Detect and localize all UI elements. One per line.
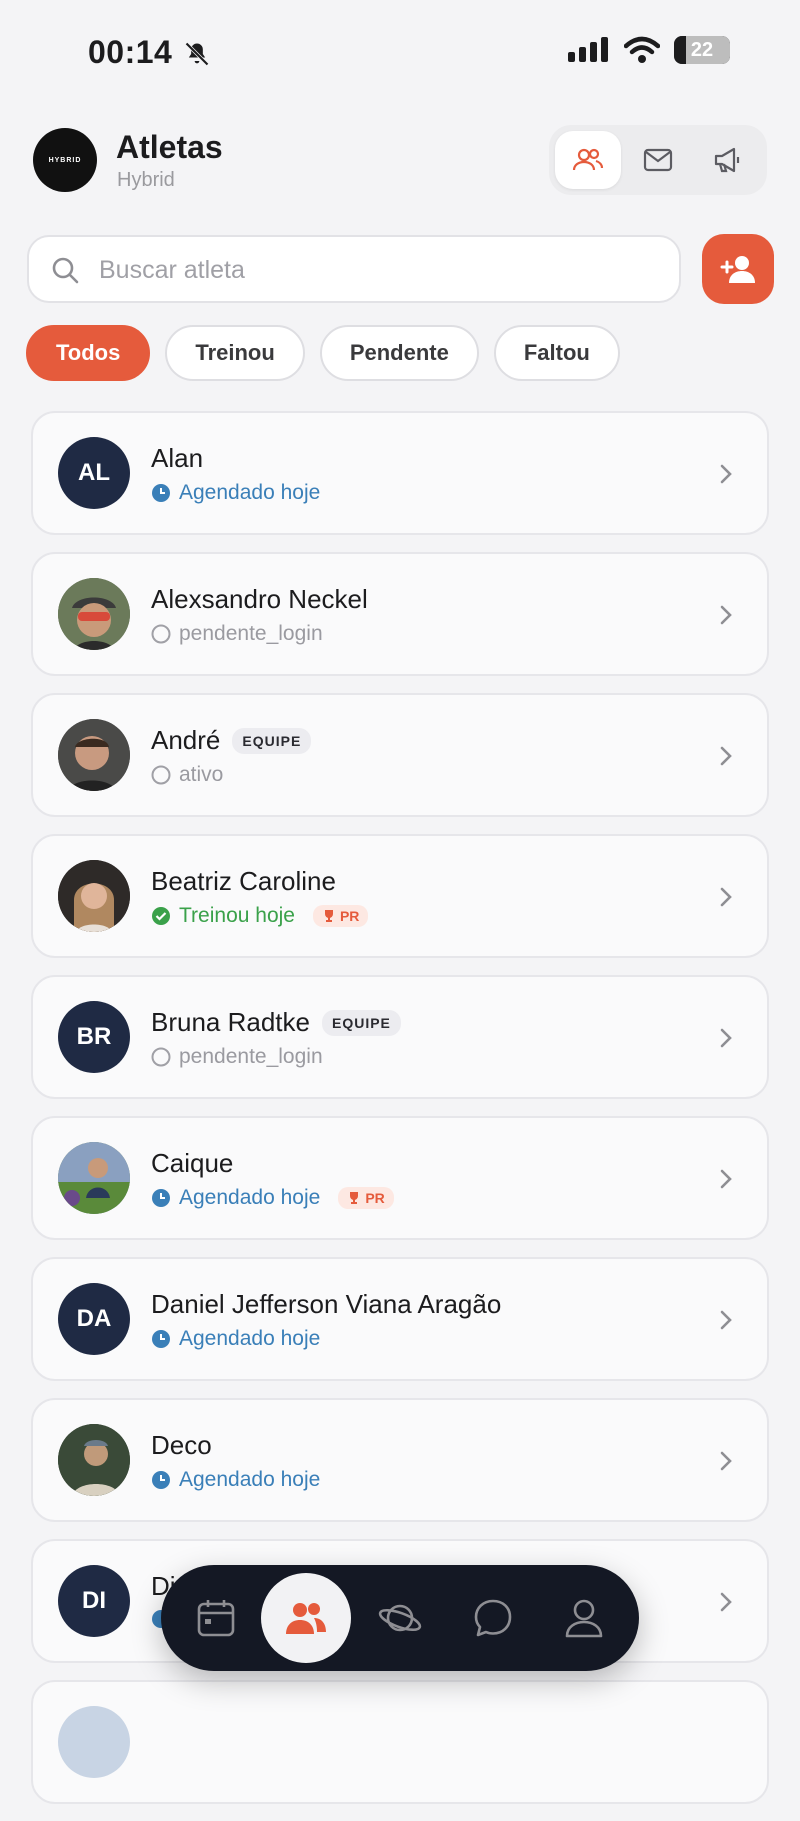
avatar-photo (58, 860, 130, 932)
mail-icon (643, 148, 673, 172)
chevron-right-icon (720, 464, 732, 484)
tab-profile[interactable] (539, 1573, 629, 1663)
athlete-card[interactable] (31, 1680, 769, 1804)
circle-outline-icon (151, 1047, 171, 1067)
chevron-right-icon (720, 746, 732, 766)
chevron-right-icon (720, 1451, 732, 1471)
athlete-card[interactable]: André EQUIPE ativo (31, 693, 769, 817)
pr-badge: PR (338, 1187, 394, 1209)
team-badge: EQUIPE (321, 1009, 401, 1036)
announcements-view-button[interactable] (695, 131, 761, 189)
page-subtitle: Hybrid (117, 169, 175, 191)
filter-chips: Todos Treinou Pendente Faltou (26, 325, 620, 383)
athlete-card[interactable]: Alexsandro Neckel pendente_login (31, 552, 769, 676)
avatar: AL (58, 437, 130, 509)
search-bar (27, 235, 681, 303)
athlete-name: Bruna Radtke (151, 1007, 310, 1037)
tab-chat[interactable] (448, 1573, 538, 1663)
chevron-right-icon (720, 887, 732, 907)
chevron-right-icon (720, 1592, 732, 1612)
search-input[interactable] (97, 249, 661, 291)
trophy-icon (350, 1192, 359, 1204)
clock-icon (152, 484, 170, 502)
athlete-name: André (151, 725, 221, 755)
athlete-name: Deco (151, 1430, 212, 1460)
avatar-photo (58, 719, 130, 791)
filter-pendente[interactable]: Pendente (319, 325, 479, 381)
view-switcher (549, 125, 767, 195)
circle-outline-icon (151, 765, 171, 785)
athlete-status: Agendado hoje (179, 1468, 321, 1491)
filter-faltou[interactable]: Faltou (493, 325, 620, 381)
avatar-photo (58, 1706, 130, 1778)
avatar: DI (58, 1565, 130, 1637)
team-logo: HYBRID (33, 128, 97, 192)
filter-todos[interactable]: Todos (26, 325, 151, 381)
trophy-icon (324, 910, 333, 922)
clock-icon (152, 1330, 170, 1348)
athlete-card[interactable]: AL Alan Agendado hoje (31, 411, 769, 535)
clock-icon (152, 1189, 170, 1207)
add-user-icon (720, 256, 755, 283)
avatar: BR (58, 1001, 130, 1073)
avatar: DA (58, 1283, 130, 1355)
athlete-name: Alexsandro Neckel (151, 584, 368, 614)
chevron-right-icon (720, 1310, 732, 1330)
athlete-card[interactable]: Beatriz Caroline Treinou hoje PR (31, 834, 769, 958)
battery-indicator: 22 (674, 36, 730, 64)
avatar-photo (58, 1142, 130, 1214)
calendar-icon (197, 1600, 235, 1637)
tab-explore[interactable] (355, 1573, 445, 1663)
cellular-signal-icon (568, 37, 608, 62)
athlete-name: Daniel Jefferson Viana Aragão (151, 1289, 502, 1319)
chevron-right-icon (720, 1028, 732, 1048)
bottom-tab-bar (161, 1565, 639, 1671)
athlete-status: Agendado hoje (179, 1327, 321, 1350)
planet-icon (378, 1604, 422, 1632)
users-icon (572, 148, 604, 171)
status-time: 00:14 (88, 34, 173, 70)
check-circle-icon (152, 907, 170, 925)
page-header: HYBRID Atletas Hybrid (0, 115, 800, 205)
avatar-photo (58, 1424, 130, 1496)
athlete-status: Agendado hoje (179, 481, 321, 504)
user-icon (565, 1599, 603, 1638)
wifi-icon (624, 36, 660, 63)
search-icon (52, 257, 79, 284)
status-bar: 00:14 22 (0, 0, 800, 100)
athlete-card[interactable]: BR Bruna Radtke EQUIPE pendente_login (31, 975, 769, 1099)
athlete-name: Beatriz Caroline (151, 866, 336, 896)
add-athlete-button[interactable] (702, 234, 774, 304)
athlete-card[interactable]: Deco Agendado hoje (31, 1398, 769, 1522)
chevron-right-icon (720, 605, 732, 625)
chat-bubble-icon (474, 1599, 512, 1637)
athlete-name: Caique (151, 1148, 234, 1178)
messages-view-button[interactable] (625, 131, 691, 189)
bell-muted-icon (185, 42, 209, 66)
avatar-photo (58, 578, 130, 650)
athlete-status: Agendado hoje (179, 1186, 321, 1209)
page-title: Atletas (116, 129, 223, 165)
athlete-status: ativo (179, 763, 224, 786)
tab-calendar[interactable] (171, 1573, 261, 1663)
filter-treinou[interactable]: Treinou (165, 325, 305, 381)
pr-badge: PR (312, 905, 369, 927)
chevron-right-icon (720, 1169, 732, 1189)
athlete-status: pendente_login (179, 622, 323, 645)
athlete-name: Alan (151, 443, 204, 473)
athlete-status: Treinou hoje (179, 904, 295, 927)
athlete-card[interactable]: Caique Agendado hoje PR (31, 1116, 769, 1240)
athletes-view-button[interactable] (555, 131, 621, 189)
athlete-status: pendente_login (179, 1045, 323, 1068)
users-icon (286, 1603, 326, 1634)
circle-outline-icon (151, 624, 171, 644)
megaphone-icon (714, 147, 740, 173)
athlete-card[interactable]: DA Daniel Jefferson Viana Aragão Agendad… (31, 1257, 769, 1381)
clock-icon (152, 1471, 170, 1489)
tab-athletes[interactable] (261, 1573, 351, 1663)
team-badge: EQUIPE (232, 727, 312, 754)
